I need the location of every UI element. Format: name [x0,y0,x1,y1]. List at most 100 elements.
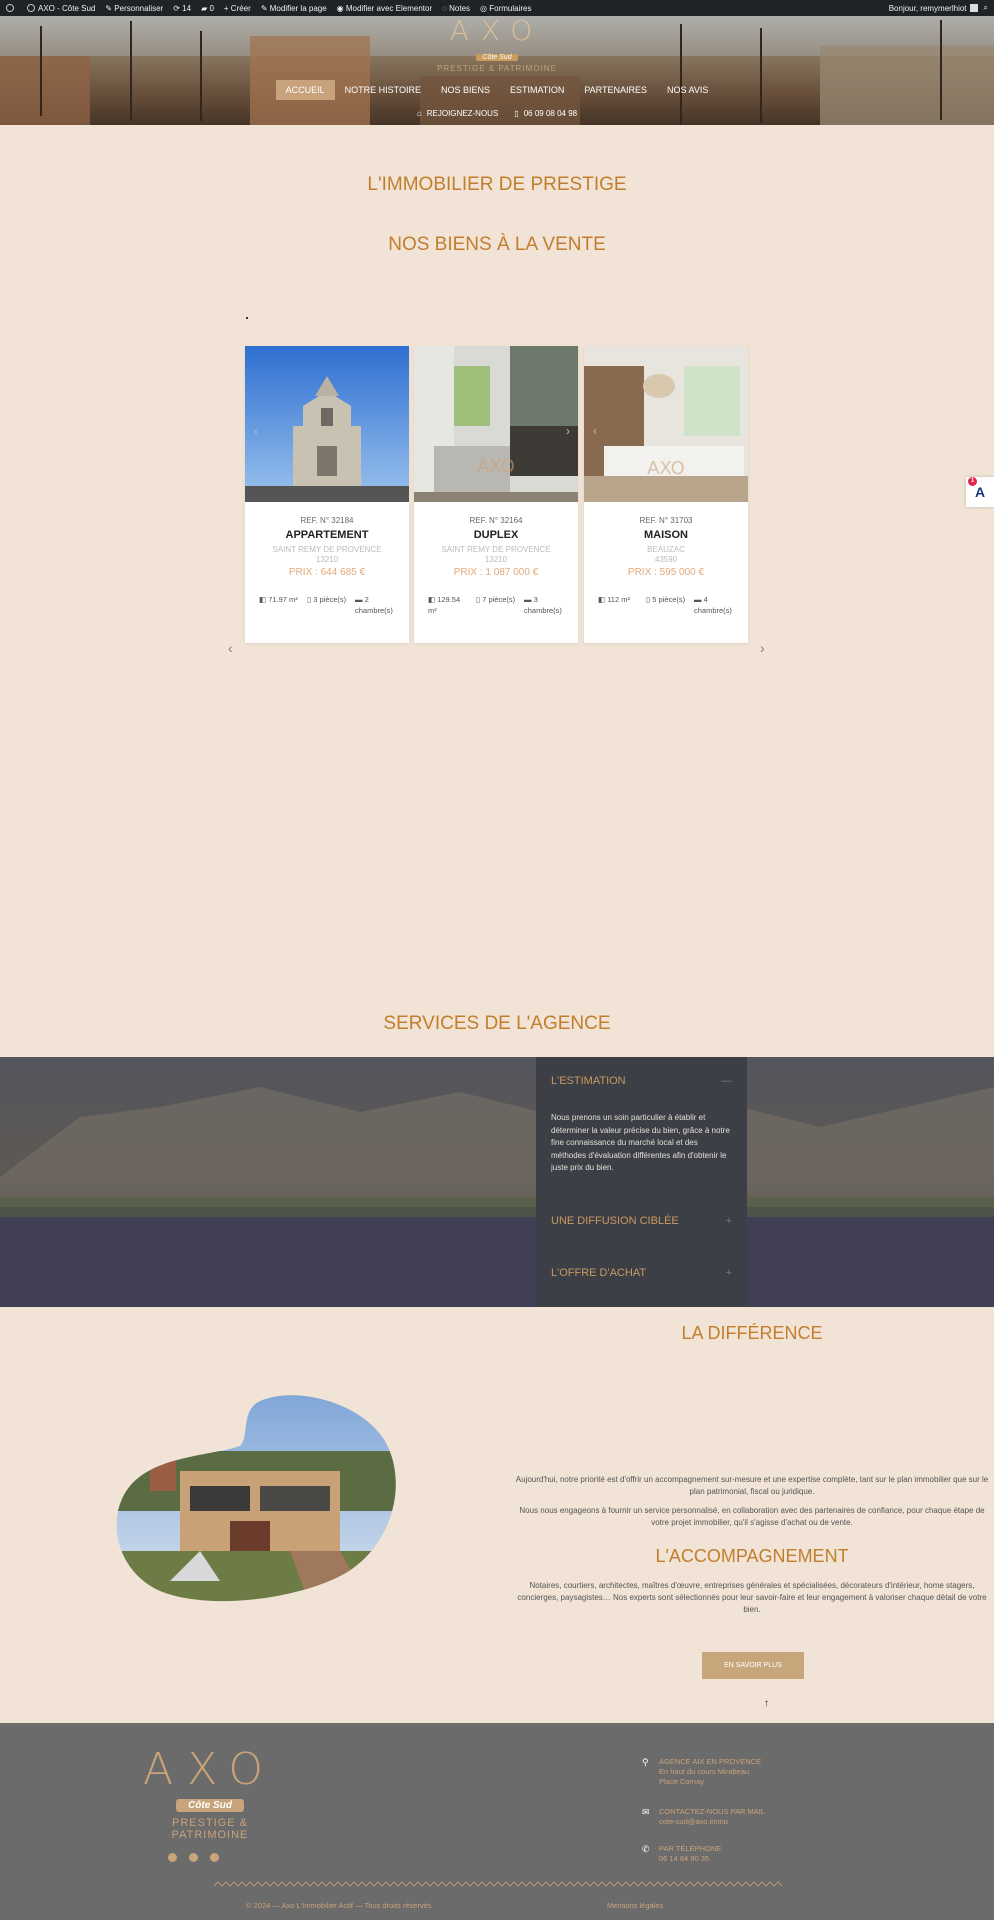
property-card[interactable]: AXO REF. N° 31703 MAISON BEAUZAC 43590 PR… [584,346,748,643]
scroll-top-icon[interactable]: ↑ [764,1698,769,1709]
brush-icon: ✎ [105,3,115,13]
bedrooms-spec: ▬ 2 chambre(s) [355,595,393,615]
difference-block: LA DIFFÉRENCE [510,1323,994,1344]
nav-notre-histoire[interactable]: NOTRE HISTOIRE [335,80,431,100]
property-card[interactable]: REF. N° 32184 APPARTEMENT SAINT REMY DE … [245,346,409,643]
card-photo-next-icon[interactable]: › [566,424,570,438]
phone-link[interactable]: ▯ 06 09 08 04 98 [514,109,577,118]
area-spec: ◧ 71.97 m² [259,595,298,604]
nav-nos-biens[interactable]: NOS BIENS [431,80,500,100]
home-icon: ⌂ [416,109,422,118]
accordion-estimation-header[interactable]: L'ESTIMATION — [551,1075,732,1087]
learn-more-button[interactable]: EN SAVOIR PLUS [702,1652,804,1679]
mail-icon: ✉ [642,1807,650,1817]
admin-site-link[interactable]: AXO - Côte Sud [27,4,95,13]
admin-edit-page-link[interactable]: ✎ Modifier la page [261,4,327,13]
admin-updates-link[interactable]: ⟳ 14 [173,4,191,13]
admin-greeting[interactable]: Bonjour, remymerlhiot [889,4,967,13]
bed-icon: ▬ [694,595,702,604]
site-logo[interactable]: AXO Côte Sud PRESTIGE & PATRIMOINE [0,16,994,73]
join-link[interactable]: ⌂ REJOIGNEZ-NOUS [417,109,498,118]
carousel-prev-icon[interactable]: ‹ [228,640,233,656]
rooms-spec: ▯ 3 pièce(s) [307,595,347,604]
refresh-icon: ⟳ [173,3,183,13]
home-icon [27,4,35,12]
plus-icon: + [223,3,231,13]
nav-partenaires[interactable]: PARTENAIRES [574,80,657,100]
accordion-diffusion-header[interactable]: UNE DIFFUSION CIBLÉE + [551,1215,732,1227]
footer-tagline: PRESTIGE & PATRIMOINE [171,1817,249,1841]
hero-header: AXO Côte Sud PRESTIGE & PATRIMOINE ACCUE… [0,16,994,125]
property-price: PRIX : 1 087 000 € [453,567,539,578]
admin-comments-link[interactable]: ▰ 0 [201,4,214,13]
google-icon[interactable] [189,1853,198,1862]
footer-logo-text: AXO [142,1744,278,1795]
footer-agency[interactable]: ⚲ AGENCE AIX EN PROVENCE En haut du cour… [642,1757,761,1787]
difference-paragraph-1: Aujourd'hui, notre priorité est d'offrir… [515,1475,989,1496]
for-sale-heading: NOS BIENS À LA VENTE [388,234,606,255]
avatar[interactable] [969,4,978,12]
property-ref: REF. N° 31703 [639,516,693,525]
nav-estimation[interactable]: ESTIMATION [500,80,574,100]
zigzag-divider [214,1881,782,1887]
house-image [116,1395,396,1602]
admin-bar: AXO - Côte Sud ✎ Personnaliser ⟳ 14 ▰ 0 … [0,0,994,16]
property-price: PRIX : 644 685 € [288,567,366,578]
property-type: DUPLEX [473,529,519,541]
footer-mail[interactable]: ✉ CONTACTEZ-NOUS PAR MAIL cote-sud@axo.i… [642,1807,765,1827]
plus-icon: + [725,1266,732,1279]
facebook-icon[interactable] [168,1853,177,1862]
elementor-icon: ◉ [336,3,346,13]
legal-link[interactable]: Mentions légales [607,1901,663,1910]
carousel-next-icon[interactable]: › [760,640,765,656]
pencil-icon: ✎ [260,3,270,13]
accompagnement-heading: L'ACCOMPAGNEMENT [655,1546,849,1566]
accordion-estimation-body: Nous prenons un soin particulier à établ… [551,1113,730,1172]
property-photo[interactable]: AXO [414,346,578,502]
door-icon: ▯ [476,595,481,604]
admin-customize-link[interactable]: ✎ Personnaliser [105,4,163,13]
footer-phone[interactable]: ✆ PAR TÉLÉPHONE 06 14 84 90 35 [642,1844,721,1864]
difference-paragraph-2: Nous nous engageons à fournir un service… [519,1506,985,1527]
wordpress-logo-icon[interactable] [6,4,17,12]
difference-heading: LA DIFFÉRENCE [681,1323,823,1343]
admin-elementor-link[interactable]: ◉ Modifier avec Elementor [337,4,432,13]
svg-text:AXO: AXO [647,458,685,479]
property-card[interactable]: AXO REF. N° 32164 DUPLEX SAINT REMY DE P… [414,346,578,643]
footer-logo[interactable]: AXO Côte Sud PRESTIGE & PATRIMOINE [134,1744,286,1842]
site-footer: AXO Côte Sud PRESTIGE & PATRIMOINE ⚲ AGE… [0,1723,994,1920]
property-specs: ◧ 71.97 m² ▯ 3 pièce(s) ▬ 2 chambre(s) [245,594,409,616]
main-nav: ACCUEIL NOTRE HISTOIRE NOS BIENS ESTIMAT… [0,80,994,100]
search-icon[interactable]: ⌕ [984,3,988,13]
admin-forms-link[interactable]: ◎ Formulaires [480,4,531,13]
services-accordion: L'ESTIMATION — Nous prenons un soin part… [536,1057,747,1307]
logo-text: AXO [449,16,545,47]
social-links [168,1853,219,1862]
accompagnement-paragraph: Notaires, courtiers, architectes, maître… [517,1581,987,1614]
contact-bar: ⌂ REJOIGNEZ-NOUS ▯ 06 09 08 04 98 [0,109,994,118]
area-spec: ◧ 112 m² [598,595,630,604]
svg-text:AXO: AXO [477,456,515,477]
nav-nos-avis[interactable]: NOS AVIS [657,80,718,100]
location-pin-icon: ⚲ [642,1757,649,1767]
card-photo-prev-icon[interactable]: ‹ [593,424,597,438]
difference-text: Aujourd'hui, notre priorité est d'offrir… [510,1474,994,1616]
separator-dot [246,317,248,319]
accessibility-widget[interactable]: 1 A [966,477,994,507]
accordion-offre-header[interactable]: L'OFFRE D'ACHAT + [551,1267,732,1279]
nav-accueil[interactable]: ACCUEIL [275,80,335,100]
accessibility-icon: A [974,484,986,500]
plus-icon: + [725,1214,732,1227]
rooms-spec: ▯ 7 pièce(s) [476,595,516,604]
comment-icon: ▰ [201,3,210,13]
ruler-icon: ◧ [598,595,606,604]
linkedin-icon[interactable] [210,1853,219,1862]
property-ref: REF. N° 32184 [300,516,354,525]
property-type: MAISON [644,529,688,541]
property-photo[interactable] [245,346,409,502]
admin-new-link[interactable]: + Créer [224,4,251,13]
card-photo-prev-icon[interactable]: ‹ [254,424,258,438]
door-icon: ▯ [307,595,312,604]
admin-notes-link[interactable]: ◌ Notes [442,4,470,13]
property-photo[interactable]: AXO [584,346,748,502]
